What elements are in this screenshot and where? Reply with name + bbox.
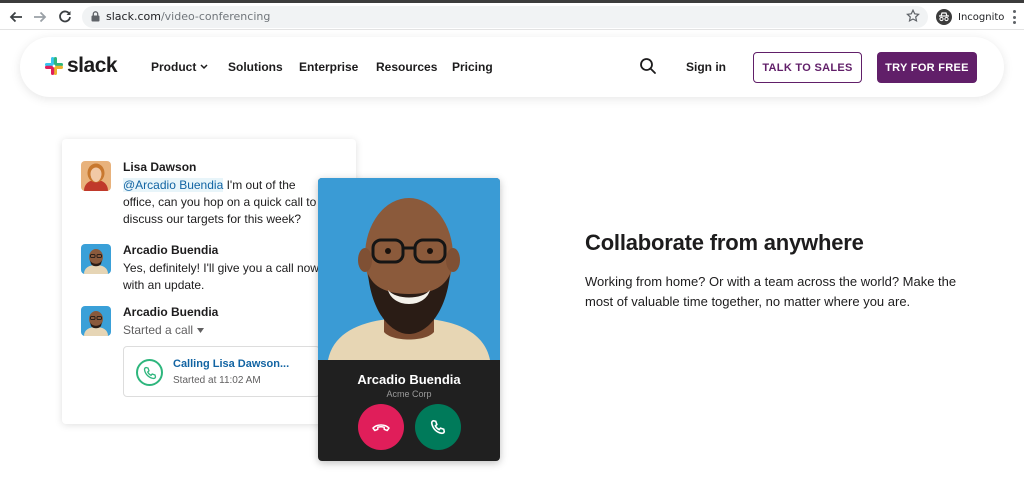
call-status[interactable]: Started a call <box>123 322 323 339</box>
call-start-time: Started at 11:02 AM <box>173 375 261 386</box>
hero-title: Collaborate from anywhere <box>585 230 864 255</box>
back-button[interactable] <box>6 7 26 27</box>
nav-item-product[interactable]: Product <box>151 60 208 74</box>
user-mention[interactable]: @Arcadio Buendia <box>123 178 224 192</box>
hang-up-icon <box>372 424 390 432</box>
star-icon[interactable] <box>906 9 920 23</box>
incognito-label: Incognito <box>958 11 1005 23</box>
nav-item-label: Resources <box>376 60 438 74</box>
url-text: slack.com/video-conferencing <box>106 10 270 23</box>
kebab-menu-icon[interactable] <box>1010 8 1018 26</box>
phone-icon <box>430 419 446 435</box>
slack-logo[interactable]: slack <box>44 54 118 78</box>
decline-call-button[interactable] <box>358 404 404 450</box>
nav-item-pricing[interactable]: Pricing <box>452 60 493 74</box>
nav-item-resources[interactable]: Resources <box>376 60 437 74</box>
chat-card: Lisa Dawson @Arcadio Buendia I'm out of … <box>62 139 356 424</box>
sign-in-link[interactable]: Sign in <box>686 60 726 74</box>
message-text: @Arcadio Buendia I'm out of the office, … <box>123 177 323 228</box>
nav-item-label: Solutions <box>228 60 283 74</box>
talk-to-sales-button[interactable]: TALK TO SALES <box>753 52 862 83</box>
search-icon[interactable] <box>639 57 657 75</box>
reload-button[interactable] <box>55 7 75 27</box>
incognito-indicator[interactable]: Incognito <box>936 7 1004 27</box>
call-status-text: Started a call <box>123 323 194 337</box>
avatar-arcadio-buendia <box>81 244 111 274</box>
message-text: Yes, definitely! I'll give you a call no… <box>123 261 319 292</box>
logo-wordmark: slack <box>67 54 118 77</box>
nav-item-label: Pricing <box>452 60 493 74</box>
slack-hash-icon <box>45 57 63 75</box>
nav-item-solutions[interactable]: Solutions <box>228 60 283 74</box>
forward-button[interactable] <box>30 7 50 27</box>
message-sender: Arcadio Buendia <box>123 243 219 257</box>
call-card[interactable]: Calling Lisa Dawson... Started at 11:02 … <box>123 346 320 397</box>
message-sender: Arcadio Buendia <box>123 305 219 319</box>
nav-item-label: Enterprise <box>299 60 359 74</box>
hero-description: Working from home? Or with a team across… <box>585 274 957 309</box>
browser-toolbar: slack.com/video-conferencing Incognito <box>0 3 1024 30</box>
url-path: /video-conferencing <box>160 10 271 23</box>
caller-video-feed <box>318 178 500 360</box>
url-host: slack.com <box>106 10 161 23</box>
incognito-icon <box>936 9 952 25</box>
lock-icon[interactable] <box>91 11 100 22</box>
chevron-down-icon <box>200 64 208 70</box>
nav-item-enterprise[interactable]: Enterprise <box>299 60 358 74</box>
caller-name: Arcadio Buendia <box>357 372 461 387</box>
caret-down-icon <box>197 328 205 333</box>
avatar-arcadio-buendia <box>81 306 111 336</box>
nav-item-label: Product <box>151 60 197 74</box>
caller-organization: Acme Corp <box>386 389 432 399</box>
message-sender: Lisa Dawson <box>123 160 197 174</box>
phone-icon <box>136 359 163 386</box>
address-bar[interactable]: slack.com/video-conferencing <box>82 6 928 28</box>
video-call-card: Arcadio Buendia Acme Corp <box>318 178 500 461</box>
back-arrow-icon <box>9 11 22 23</box>
avatar-lisa-dawson <box>81 161 111 191</box>
accept-call-button[interactable] <box>415 404 461 450</box>
forward-arrow-icon <box>34 11 47 23</box>
site-header: slack Product Solutions Enterprise Resou… <box>20 37 1004 97</box>
reload-icon <box>59 10 71 23</box>
try-for-free-button[interactable]: TRY FOR FREE <box>877 52 977 83</box>
call-title[interactable]: Calling Lisa Dawson... <box>173 358 289 370</box>
